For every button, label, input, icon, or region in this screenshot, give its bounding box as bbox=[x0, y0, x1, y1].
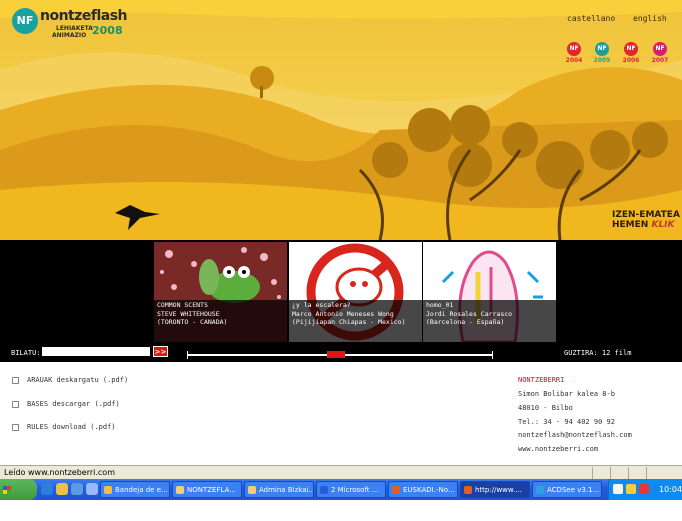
contact-name: NONTZEBERRI bbox=[518, 376, 565, 384]
film-count: GUZTIRA: 12 film bbox=[564, 349, 632, 357]
film-card[interactable]: ¿y la escalera? Marco Antonio Meneses Wo… bbox=[289, 242, 422, 342]
year-2006-link[interactable]: NF 2006 bbox=[622, 42, 640, 64]
logo-badge: NF bbox=[12, 8, 38, 34]
checkbox-icon bbox=[12, 376, 19, 384]
taskbar-item-http[interactable]: http://www.... bbox=[460, 481, 530, 498]
status-text: Leído www.nontzeberri.com bbox=[4, 468, 115, 477]
contact-address: Simon Bolibar kalea 8-b bbox=[518, 390, 615, 398]
word-icon bbox=[320, 486, 328, 494]
windows-taskbar: Inicio Bandeja de e... NONTZEFLA... Admi… bbox=[0, 479, 682, 515]
download-rules-link[interactable]: RULES download (.pdf) bbox=[12, 423, 116, 431]
scroll-track-left-end bbox=[187, 351, 188, 359]
nf-badge-icon: NF bbox=[567, 42, 581, 56]
firefox-icon bbox=[392, 486, 400, 494]
taskbar-item-euskadi[interactable]: EUSKADI.-No... bbox=[388, 481, 458, 498]
scroll-track-right-end bbox=[492, 351, 493, 359]
checkbox-icon bbox=[12, 423, 19, 431]
year-2007-link[interactable]: NF 2007 bbox=[651, 42, 669, 64]
film-card[interactable]: COMMON SCENTS STEVE WHITEHOUSE (TORONTO … bbox=[154, 242, 287, 342]
contact-email-link[interactable]: nontzeflash@nontzeflash.com bbox=[518, 431, 632, 439]
taskbar-item-bandeja[interactable]: Bandeja de e... bbox=[100, 481, 170, 498]
network-tray-icon[interactable] bbox=[626, 484, 636, 494]
mail-icon bbox=[104, 486, 112, 494]
film-caption: homo_01 Jordi Rosales Carrasco (Barcelon… bbox=[423, 300, 556, 342]
firefox-icon bbox=[464, 486, 472, 494]
film-strip: COMMON SCENTS STEVE WHITEHOUSE (TORONTO … bbox=[0, 240, 682, 362]
acdsee-icon bbox=[536, 486, 544, 494]
browser-status-bar: Leído www.nontzeberri.com bbox=[0, 465, 682, 479]
hero-banner: NF nontzeflash LEHIAKETA ANIMAZIO 2008 c… bbox=[0, 0, 682, 240]
windows-flag-icon bbox=[3, 485, 11, 494]
download-bases-link[interactable]: BASES descargar (.pdf) bbox=[12, 400, 120, 408]
logo-sub-animazio: ANIMAZIO bbox=[52, 32, 87, 39]
lang-english-link[interactable]: english bbox=[633, 14, 667, 23]
checkbox-icon bbox=[12, 400, 19, 408]
clock: 10:04 bbox=[659, 485, 682, 494]
downloads-and-contact: ARAUAK deskargatu (.pdf) BASES descargar… bbox=[0, 362, 682, 464]
nontzeflash-logo[interactable]: NF nontzeflash LEHIAKETA ANIMAZIO 2008 bbox=[12, 6, 128, 40]
year-2005-link[interactable]: NF 2005 bbox=[593, 42, 611, 64]
taskbar-item-nontzeflash[interactable]: NONTZEFLA... bbox=[172, 481, 242, 498]
start-button[interactable]: Inicio bbox=[0, 479, 37, 515]
system-tray: 10:04 bbox=[608, 479, 682, 500]
nf-badge-icon: NF bbox=[653, 42, 667, 56]
desktop-quicklaunch-icon[interactable] bbox=[71, 483, 83, 495]
lang-castellano-link[interactable]: castellano bbox=[567, 14, 615, 23]
taskbar-item-acdsee[interactable]: ACDSee v3.1... bbox=[532, 481, 602, 498]
contact-web-link[interactable]: www.nontzeberri.com bbox=[518, 445, 598, 453]
download-arauak-link[interactable]: ARAUAK deskargatu (.pdf) bbox=[12, 376, 128, 384]
contact-phone: Tel.: 34 - 94 402 90 92 bbox=[518, 418, 615, 426]
film-caption: ¿y la escalera? Marco Antonio Meneses Wo… bbox=[289, 300, 422, 342]
scroll-thumb[interactable] bbox=[327, 351, 345, 358]
search-input[interactable] bbox=[42, 347, 150, 356]
nf-badge-icon: NF bbox=[624, 42, 638, 56]
outlook-quicklaunch-icon[interactable] bbox=[56, 483, 68, 495]
logo-sub-lehiaketa: LEHIAKETA bbox=[56, 25, 93, 32]
nf-badge-icon: NF bbox=[595, 42, 609, 56]
folder-icon bbox=[176, 486, 184, 494]
security-tray-icon[interactable] bbox=[639, 484, 649, 494]
search-label: BILATU: bbox=[11, 349, 41, 357]
panda-tray-icon[interactable] bbox=[613, 484, 623, 494]
logo-year: 2008 bbox=[92, 24, 123, 37]
film-card[interactable]: homo_01 Jordi Rosales Carrasco (Barcelon… bbox=[423, 242, 556, 342]
film-caption: COMMON SCENTS STEVE WHITEHOUSE (TORONTO … bbox=[154, 300, 287, 342]
register-here-link[interactable]: IZEN-EMATEA HEMEN KLIK bbox=[612, 210, 680, 230]
taskbar-item-admina[interactable]: Admina Bizkai... bbox=[244, 481, 314, 498]
ie-quicklaunch-icon[interactable] bbox=[41, 483, 53, 495]
logo-name: nontzeflash bbox=[40, 8, 128, 24]
contact-city: 48010 - Bilbo bbox=[518, 404, 573, 412]
search-go-button[interactable]: >> bbox=[153, 346, 168, 357]
taskbar-item-microsoft[interactable]: 2 Microsoft ... bbox=[316, 481, 386, 498]
media-quicklaunch-icon[interactable] bbox=[86, 483, 98, 495]
folder-icon bbox=[248, 486, 256, 494]
year-2004-link[interactable]: NF 2004 bbox=[565, 42, 583, 64]
